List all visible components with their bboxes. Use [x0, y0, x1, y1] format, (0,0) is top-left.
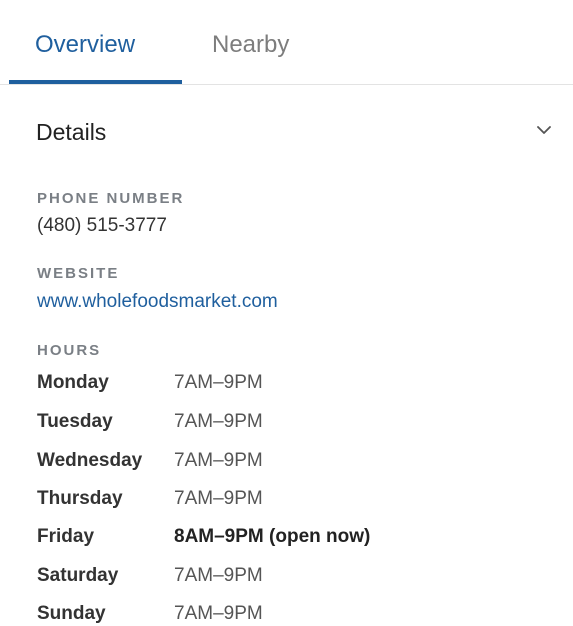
hours-time: 7AM–9PM	[174, 450, 263, 471]
hours-time-open-now: 8AM–9PM (open now)	[174, 526, 371, 547]
phone-number-label: PHONE NUMBER	[37, 190, 185, 207]
hours-day: Thursday	[37, 488, 123, 509]
hours-label: HOURS	[37, 342, 102, 359]
hours-day: Friday	[37, 526, 95, 547]
hours-time: 7AM–9PM	[174, 488, 263, 509]
hours-time: 7AM–9PM	[174, 565, 263, 586]
website-value: www.wholefoodsmarket.com	[37, 289, 278, 315]
tab-bar: Overview Nearby	[0, 0, 573, 85]
hours-day: Wednesday	[37, 450, 143, 471]
hours-day: Tuesday	[37, 411, 113, 432]
chevron-down-icon[interactable]	[532, 118, 556, 142]
hours-day: Monday	[37, 372, 109, 393]
place-details-panel: Overview Nearby Details PHONE NUMBER (48…	[0, 0, 573, 626]
hours-time: 7AM–9PM	[174, 411, 263, 432]
active-tab-indicator	[9, 80, 182, 84]
website-link[interactable]: www.wholefoodsmarket.com	[37, 291, 278, 312]
hours-day: Saturday	[37, 565, 119, 586]
website-label: WEBSITE	[37, 265, 120, 282]
hours-day: Sunday	[37, 603, 106, 624]
tab-nearby[interactable]: Nearby	[212, 28, 289, 62]
hours-time: 7AM–9PM	[174, 603, 263, 624]
phone-number-value: (480) 515-3777	[37, 215, 167, 236]
details-title: Details	[36, 119, 107, 145]
hours-time: 7AM–9PM	[174, 372, 263, 393]
tab-overview[interactable]: Overview	[35, 28, 135, 62]
details-section-header[interactable]: Details	[36, 114, 556, 150]
